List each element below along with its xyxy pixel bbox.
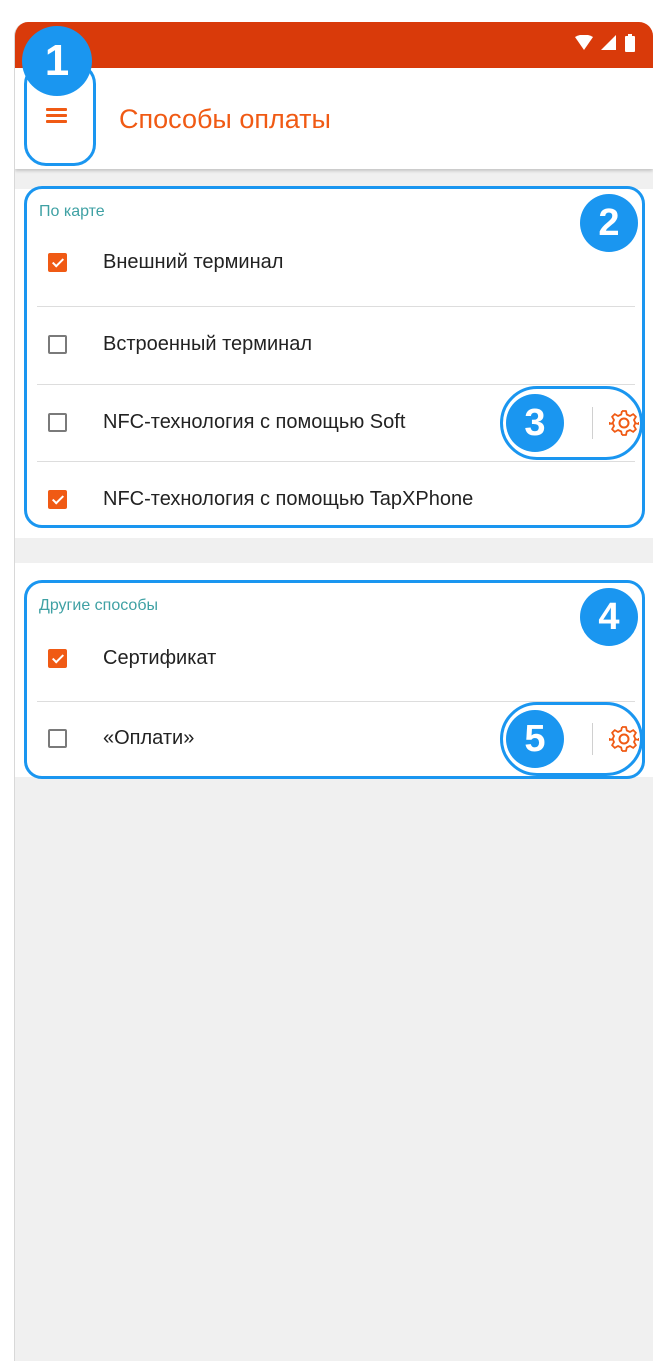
- checkbox[interactable]: [48, 490, 67, 509]
- separator: [592, 723, 593, 755]
- phone-screen: Способы оплаты По карте Внешний терминал…: [14, 22, 653, 1361]
- checkbox[interactable]: [48, 335, 67, 354]
- annotation-badge: 4: [580, 588, 638, 646]
- list-item-label: Внешний терминал: [103, 251, 284, 273]
- list-item[interactable]: Внешний терминал: [15, 225, 653, 302]
- settings-gear-icon[interactable]: [608, 408, 640, 438]
- list-item-label: NFC-технология с помощью TapXPhone: [103, 488, 474, 510]
- annotation-badge: 3: [506, 394, 564, 452]
- annotation-badge: 5: [506, 710, 564, 768]
- annotation-badge: 2: [580, 194, 638, 252]
- page-title: Способы оплаты: [119, 104, 331, 134]
- section-title: По карте: [39, 203, 105, 220]
- list-item[interactable]: Сертификат: [15, 621, 653, 698]
- checkbox[interactable]: [48, 649, 67, 668]
- wifi-icon: [575, 34, 593, 56]
- signal-icon: [601, 35, 617, 56]
- app-bar: Способы оплаты: [15, 68, 653, 169]
- list-item[interactable]: Встроенный терминал: [15, 307, 653, 384]
- list-item-label: «Оплати»: [103, 727, 195, 749]
- menu-icon[interactable]: [39, 104, 73, 134]
- list-item-label: NFC-технология с помощью Soft: [103, 411, 406, 433]
- list-item[interactable]: NFC-технология с помощью TapXPhone: [15, 462, 653, 539]
- section-title: Другие способы: [39, 597, 158, 614]
- annotation-badge: 1: [22, 26, 92, 96]
- settings-gear-icon[interactable]: [608, 724, 640, 754]
- separator: [592, 407, 593, 439]
- checkbox[interactable]: [48, 729, 67, 748]
- card-payment-section: По карте Внешний терминал Встроенный тер…: [15, 189, 653, 538]
- status-bar: [15, 22, 653, 68]
- battery-icon: [625, 34, 635, 57]
- checkbox[interactable]: [48, 253, 67, 272]
- list-item-label: Встроенный терминал: [103, 333, 313, 355]
- checkbox[interactable]: [48, 413, 67, 432]
- list-item-label: Сертификат: [103, 647, 217, 669]
